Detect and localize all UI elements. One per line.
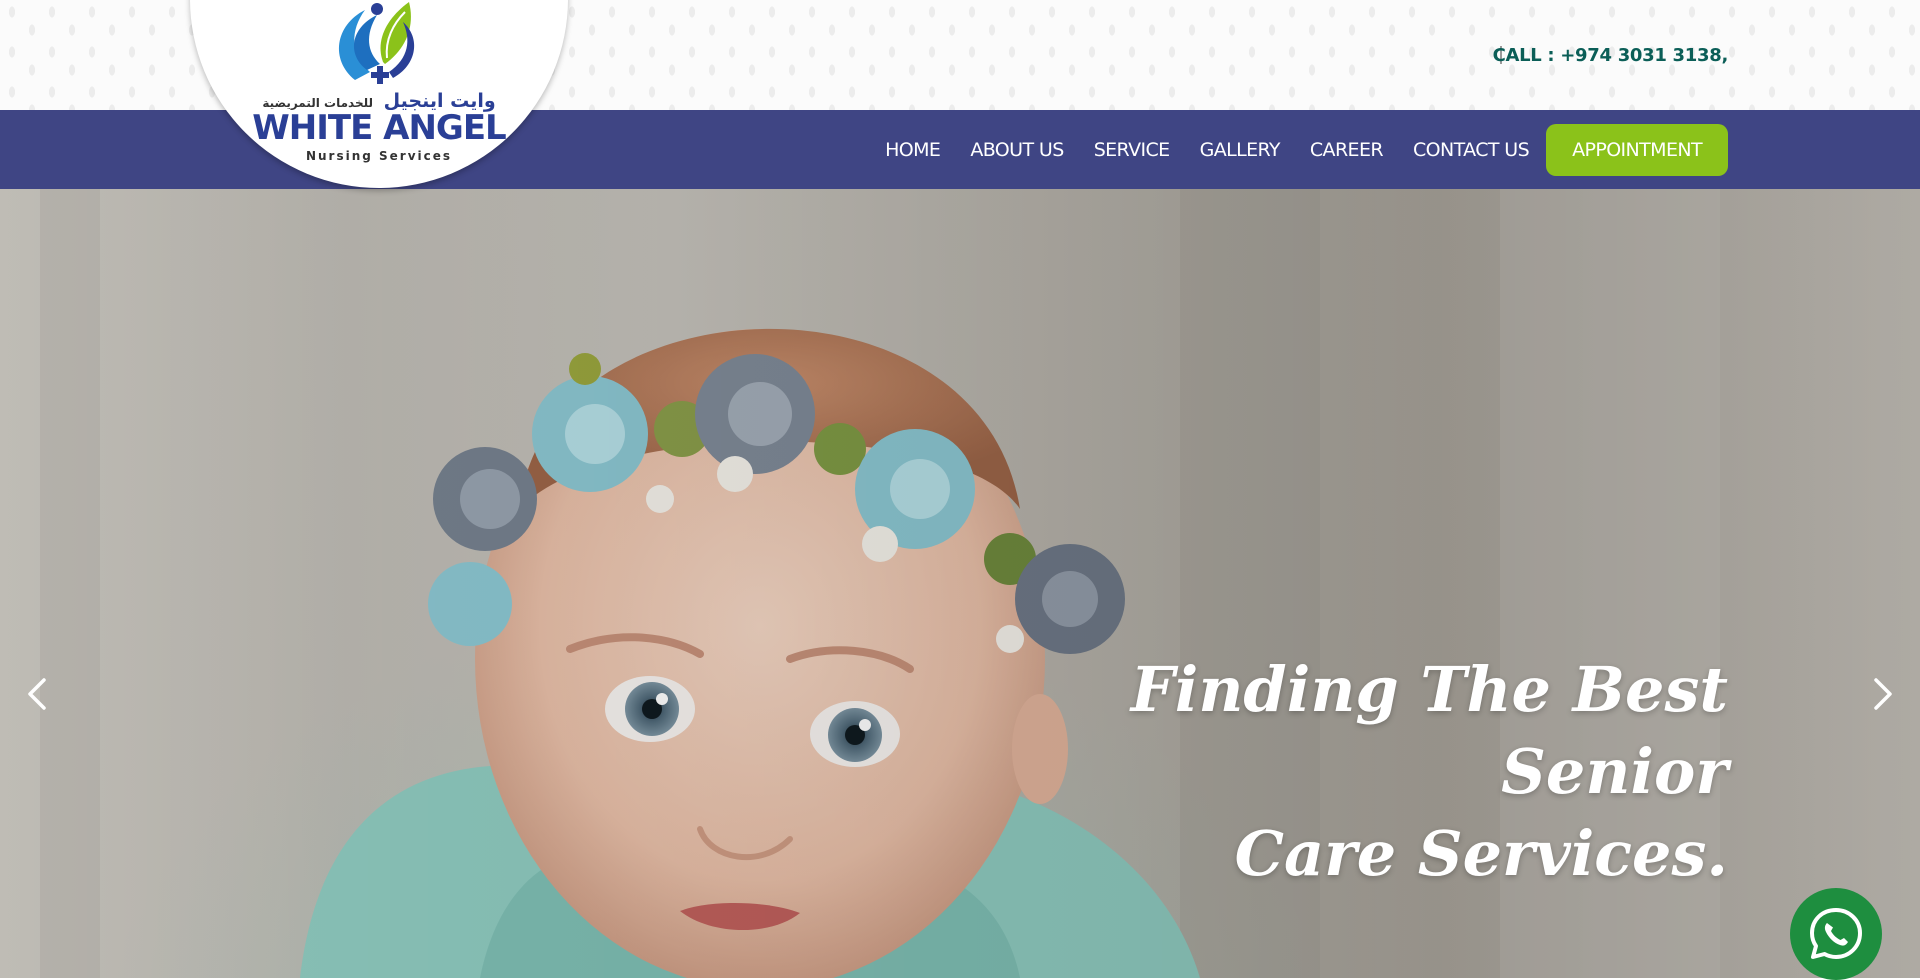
angel-emblem-icon <box>338 2 415 84</box>
hero-title-line-1: Finding The Best Senior <box>1130 653 1728 808</box>
hero-slider: Finding The Best Senior Care Services. <box>0 189 1920 978</box>
logo-subtitle: Nursing Services <box>305 149 453 163</box>
nav-career[interactable]: CAREER <box>1295 139 1398 161</box>
site-logo[interactable]: وايت اينجيل للخدمات التمريضية WHITE ANGE… <box>190 0 568 188</box>
nav-gallery[interactable]: GALLERY <box>1185 139 1295 161</box>
logo-name: WHITE ANGEL <box>252 108 506 148</box>
appointment-button[interactable]: APPOINTMENT <box>1546 123 1728 176</box>
hero-title-line-2: Care Services. <box>1234 817 1728 890</box>
hero-title: Finding The Best Senior Care Services. <box>968 649 1728 895</box>
nav-service[interactable]: SERVICE <box>1079 139 1185 161</box>
whatsapp-icon <box>1810 908 1862 959</box>
chevron-right-icon <box>1874 678 1892 710</box>
slider-prev-button[interactable] <box>18 674 58 714</box>
slider-next-button[interactable] <box>1862 674 1902 714</box>
phone-number[interactable]: CALL : +974 3031 3138, <box>1493 45 1729 66</box>
nav-contact-us[interactable]: CONTACT US <box>1398 139 1544 161</box>
nav-about-us[interactable]: ABOUT US <box>955 139 1078 161</box>
nav-home[interactable]: HOME <box>870 139 955 161</box>
main-nav: HOME ABOUT US SERVICE GALLERY CAREER CON… <box>870 110 1728 189</box>
whatsapp-button[interactable] <box>1790 888 1882 980</box>
chevron-left-icon <box>28 678 46 710</box>
